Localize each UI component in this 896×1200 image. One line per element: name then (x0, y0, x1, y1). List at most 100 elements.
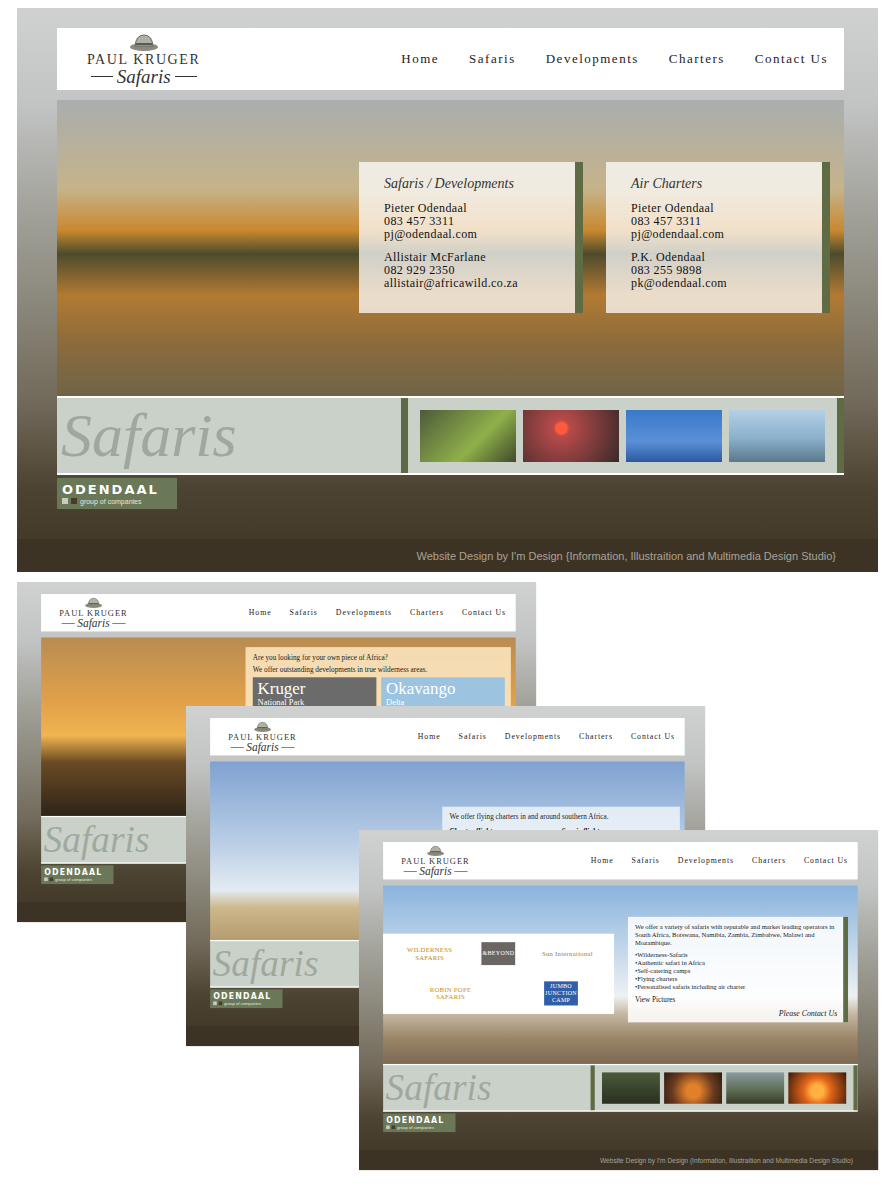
watermark: Safaris (57, 398, 389, 473)
nav-link[interactable]: Home (401, 51, 439, 67)
brand-tagline: group of companies (62, 497, 177, 506)
main-nav: Home Safaris Developments Charters Contact U… (418, 732, 675, 742)
nav-link[interactable]: Home (591, 856, 614, 866)
nav-link[interactable]: Safaris (290, 608, 318, 618)
partner-logo[interactable]: &BEYOND (482, 942, 516, 965)
site-logo[interactable]: PAUL KRUGERSafaris (228, 720, 296, 753)
partner-logo[interactable]: ROBIN POPE SAFARIS (419, 981, 482, 1005)
bullet-item: •Personalised safaris including air char… (635, 983, 837, 991)
accent-bar (837, 398, 844, 473)
logo-name: PAUL KRUGER (228, 732, 296, 741)
person-name: P.K. Odendaal (631, 251, 814, 264)
contact-person: Pieter Odendaal083 457 3311pj@odendaal.c… (384, 202, 567, 241)
site-logo[interactable]: PAUL KRUGERSafaris (59, 596, 127, 629)
nav-link[interactable]: Safaris (469, 51, 516, 67)
nav-link[interactable]: Developments (678, 856, 734, 866)
odendaal-logo[interactable]: ODENDAALgroup of companies (57, 478, 177, 509)
thumbnail[interactable] (664, 1072, 722, 1103)
person-email[interactable]: allistair@africawild.co.za (384, 277, 567, 290)
person-email[interactable]: pk@odendaal.com (631, 277, 814, 290)
nav-link[interactable]: Contact Us (631, 732, 675, 742)
development-tile[interactable]: OkavangoDelta (381, 677, 505, 710)
bullet-item: •Self-catering camps (635, 967, 837, 975)
logo-name: PAUL KRUGER (87, 52, 200, 67)
hero-photo: Safaris / DevelopmentsPieter Odendaal083… (57, 100, 844, 396)
developments-panel: Are you looking for your own piece of Af… (246, 647, 511, 715)
contact-person: Allistair McFarlane082 929 2350allistair… (384, 251, 567, 290)
watermark: Safaris (383, 1065, 583, 1110)
person-email[interactable]: pj@odendaal.com (384, 228, 567, 241)
tile-row: KrugerNational ParkOkavangoDelta (253, 677, 505, 710)
nav-link[interactable]: Home (249, 608, 272, 618)
logo-script: Safaris (61, 617, 125, 629)
thumbnail-row (602, 1065, 846, 1110)
brand-tagline: group of companies (213, 1001, 282, 1006)
person-name: Pieter Odendaal (384, 202, 567, 215)
site-header: PAUL KRUGERSafaris Home Safaris Development… (383, 842, 858, 879)
thumbnail[interactable] (626, 410, 722, 462)
partner-logos: WILDERNESS SAFARIS&BEYOND Sun Internation… (383, 934, 614, 1014)
pith-helmet-icon (84, 596, 102, 608)
person-name: Pieter Odendaal (631, 202, 814, 215)
contact-link[interactable]: Please Contact Us (779, 1009, 837, 1019)
nav-link[interactable]: Charters (579, 732, 613, 742)
mockup-gallery: PAUL KRUGERSafarisHomeSafarisDevelopment… (0, 572, 896, 1192)
partner-logo[interactable]: WILDERNESS SAFARIS (398, 942, 461, 965)
pith-helmet-icon (253, 720, 271, 732)
brand-name: ODENDAAL (386, 1116, 455, 1125)
person-phone: 083 457 3311 (631, 215, 814, 228)
site-footer: Website Design by I'm Design (Informatio… (359, 1150, 878, 1170)
person-email[interactable]: pj@odendaal.com (631, 228, 814, 241)
odendaal-logo[interactable]: ODENDAALgroup of companies (210, 989, 282, 1008)
intro-text: We offer flying charters in and around s… (450, 813, 674, 821)
photo-strip: Safaris (57, 396, 844, 475)
thumbnail[interactable] (788, 1072, 846, 1103)
logo-script: Safaris (91, 67, 197, 87)
partner-logo[interactable]: JUMBO JUNCTION CAMP (544, 981, 578, 1005)
nav-link[interactable]: Charters (752, 856, 786, 866)
mockup-window: PAUL KRUGERSafaris Home Safaris Development… (359, 830, 878, 1170)
thumbnail[interactable] (602, 1072, 660, 1103)
nav-link[interactable]: Contact Us (462, 608, 506, 618)
partner-logo[interactable]: Sun International (536, 942, 599, 965)
main-nav: Home Safaris Developments Charters Contact U… (249, 608, 506, 618)
person-phone: 083 457 3311 (384, 215, 567, 228)
thumbnail[interactable] (523, 410, 619, 462)
pith-helmet-icon (129, 32, 159, 52)
nav-link[interactable]: Contact Us (755, 51, 828, 67)
tile-title: Kruger (258, 680, 372, 698)
nav-link[interactable]: Charters (410, 608, 444, 618)
odendaal-logo[interactable]: ODENDAALgroup of companies (383, 1113, 455, 1132)
contact-person: P.K. Odendaal083 255 9898pk@odendaal.com (631, 251, 814, 290)
brand-name: ODENDAAL (62, 482, 177, 497)
person-phone: 083 255 9898 (631, 264, 814, 277)
intro-text: We offer outstanding developments in tru… (253, 665, 505, 673)
nav-link[interactable]: Home (418, 732, 441, 742)
nav-link[interactable]: Developments (336, 608, 392, 618)
logo-name: PAUL KRUGER (59, 608, 127, 617)
odendaal-logo[interactable]: ODENDAALgroup of companies (41, 865, 113, 884)
nav-link[interactable]: Charters (669, 51, 725, 67)
person-phone: 082 929 2350 (384, 264, 567, 277)
development-tile[interactable]: KrugerNational Park (253, 677, 377, 710)
site-logo[interactable]: PAUL KRUGERSafaris (87, 32, 200, 87)
contact-panel: Air ChartersPieter Odendaal083 457 3311p… (606, 162, 830, 313)
nav-link[interactable]: Developments (546, 51, 639, 67)
photo-strip: Safaris (383, 1064, 858, 1112)
nav-link[interactable]: Contact Us (804, 856, 848, 866)
thumbnail[interactable] (726, 1072, 784, 1103)
bullet-list: •Wilderness-Safaris•Authentic safari in … (635, 951, 837, 990)
contact-person: Pieter Odendaal083 457 3311pj@odendaal.c… (631, 202, 814, 241)
intro-text: We offer a variety of safaris with reput… (635, 923, 837, 947)
nav-link[interactable]: Safaris (459, 732, 487, 742)
brand-name: ODENDAAL (44, 868, 113, 877)
view-pictures-link[interactable]: View Pictures (635, 995, 837, 1004)
person-name: Allistair McFarlane (384, 251, 567, 264)
thumbnail[interactable] (420, 410, 516, 462)
nav-link[interactable]: Developments (505, 732, 561, 742)
nav-link[interactable]: Safaris (632, 856, 660, 866)
site-logo[interactable]: PAUL KRUGERSafaris (401, 844, 469, 877)
safaris-panel: We offer a variety of safaris with reput… (628, 917, 848, 1023)
contact-panel: Safaris / DevelopmentsPieter Odendaal083… (359, 162, 583, 313)
thumbnail[interactable] (729, 410, 825, 462)
